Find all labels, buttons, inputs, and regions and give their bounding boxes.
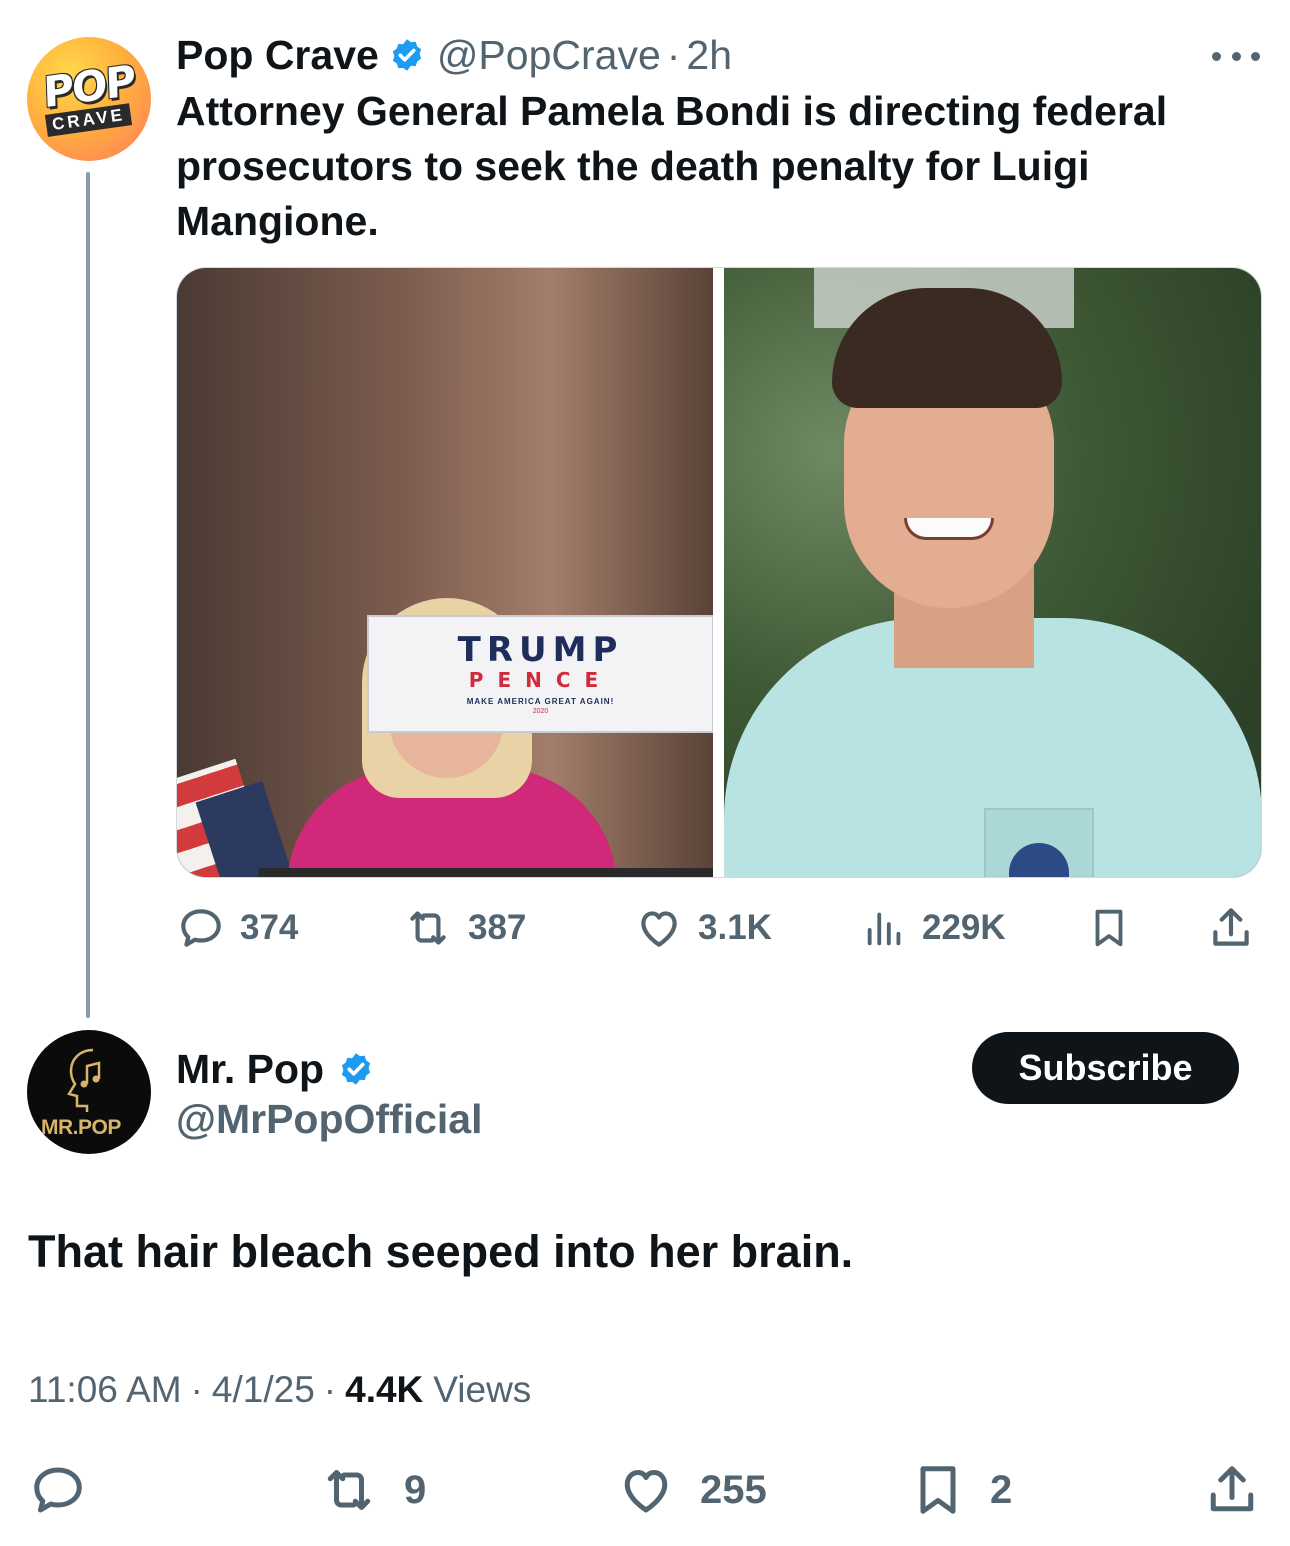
- bookmark-button[interactable]: 2: [908, 1455, 1012, 1525]
- podium-sign-line3: MAKE AMERICA GREAT AGAIN!: [466, 697, 615, 706]
- reply-button[interactable]: [28, 1455, 88, 1525]
- head-music-icon: [67, 1048, 101, 1112]
- avatar-label: MR.POP: [41, 1116, 121, 1139]
- like-button[interactable]: 3.1K: [634, 900, 772, 956]
- subscribe-button[interactable]: Subscribe: [972, 1032, 1239, 1104]
- views-count: 229K: [922, 908, 1006, 947]
- like-icon: [624, 1470, 668, 1513]
- quoted-tweet-header: Pop Crave @PopCrave · 2h: [176, 28, 732, 82]
- share-icon: [1210, 1466, 1254, 1512]
- tweet-meta-row: 11:06 AM · 4/1/25 · 4.4K Views: [28, 1364, 531, 1416]
- author-display-name[interactable]: Pop Crave: [176, 32, 379, 79]
- repost-button[interactable]: 9: [316, 1455, 426, 1525]
- views-icon: [867, 912, 901, 946]
- verified-badge-icon: [392, 39, 421, 71]
- media-photo-right[interactable]: [724, 268, 1261, 877]
- meta-separator: ·: [190, 1369, 203, 1410]
- like-button[interactable]: 255: [614, 1455, 767, 1525]
- bookmark-icon: [920, 1466, 956, 1514]
- reply-count: 374: [240, 908, 299, 947]
- repost-icon: [327, 1470, 371, 1510]
- podium-shape: [234, 868, 713, 877]
- media-photo-left[interactable]: TRUMP PENCE MAKE AMERICA GREAT AGAIN! 20…: [177, 268, 713, 877]
- reply-icon: [34, 1467, 82, 1513]
- like-count: 3.1K: [698, 908, 772, 947]
- tweet-time[interactable]: 11:06 AM: [28, 1369, 182, 1411]
- tweet-timestamp[interactable]: 2h: [686, 32, 732, 79]
- reply-button[interactable]: 374: [176, 900, 298, 956]
- repost-count: 9: [404, 1467, 427, 1512]
- pop-crave-avatar[interactable]: POP CRAVE: [27, 37, 151, 161]
- share-icon: [1213, 908, 1249, 946]
- reply-author-handle[interactable]: @MrPopOfficial: [176, 1092, 483, 1146]
- podium-sign-line1: TRUMP: [457, 630, 624, 670]
- tweet-media-grid[interactable]: TRUMP PENCE MAKE AMERICA GREAT AGAIN! 20…: [176, 267, 1262, 878]
- repost-icon: [410, 911, 446, 945]
- views-button[interactable]: 229K: [862, 900, 1006, 956]
- header-separator: ·: [666, 31, 681, 78]
- quoted-tweet-text: Attorney General Pamela Bondi is directi…: [176, 88, 1168, 244]
- bookmark-count: 2: [990, 1467, 1013, 1512]
- tweet-date[interactable]: 4/1/25: [212, 1369, 315, 1411]
- repost-button[interactable]: 387: [402, 900, 526, 956]
- reply-icon: [181, 909, 221, 947]
- bookmark-icon: [1095, 909, 1123, 947]
- like-count: 255: [700, 1467, 767, 1512]
- repost-count: 387: [468, 908, 527, 947]
- more-icon[interactable]: [1212, 46, 1260, 66]
- like-icon: [641, 911, 677, 947]
- mr-pop-avatar[interactable]: MR.POP: [27, 1030, 151, 1154]
- podium-sign-line4: 2020: [532, 708, 549, 715]
- share-button[interactable]: [1200, 1455, 1264, 1525]
- reply-tweet-actions: 9 255 2: [0, 1455, 1290, 1525]
- verified-badge-icon: [341, 1053, 371, 1085]
- share-button[interactable]: [1206, 900, 1256, 956]
- reply-author-display-name[interactable]: Mr. Pop: [176, 1046, 324, 1093]
- quoted-tweet-actions: 374 387 3.1K 229K: [176, 900, 1262, 956]
- podium-sign: TRUMP PENCE MAKE AMERICA GREAT AGAIN! 20…: [367, 615, 713, 733]
- podium-sign-line2: PENCE: [468, 668, 613, 692]
- author-handle[interactable]: @PopCrave: [437, 32, 661, 79]
- meta-separator: ·: [323, 1369, 337, 1410]
- views-label: Views: [433, 1369, 532, 1410]
- reply-tweet-text: That hair bleach seeped into her brain.: [28, 1226, 854, 1277]
- views-count: 4.4K: [345, 1369, 424, 1410]
- bookmark-button[interactable]: [1086, 900, 1132, 956]
- reply-author-name-row: Mr. Pop: [176, 1042, 386, 1096]
- thread-connector-line: [86, 172, 90, 1018]
- person-smile-shape: [904, 518, 994, 540]
